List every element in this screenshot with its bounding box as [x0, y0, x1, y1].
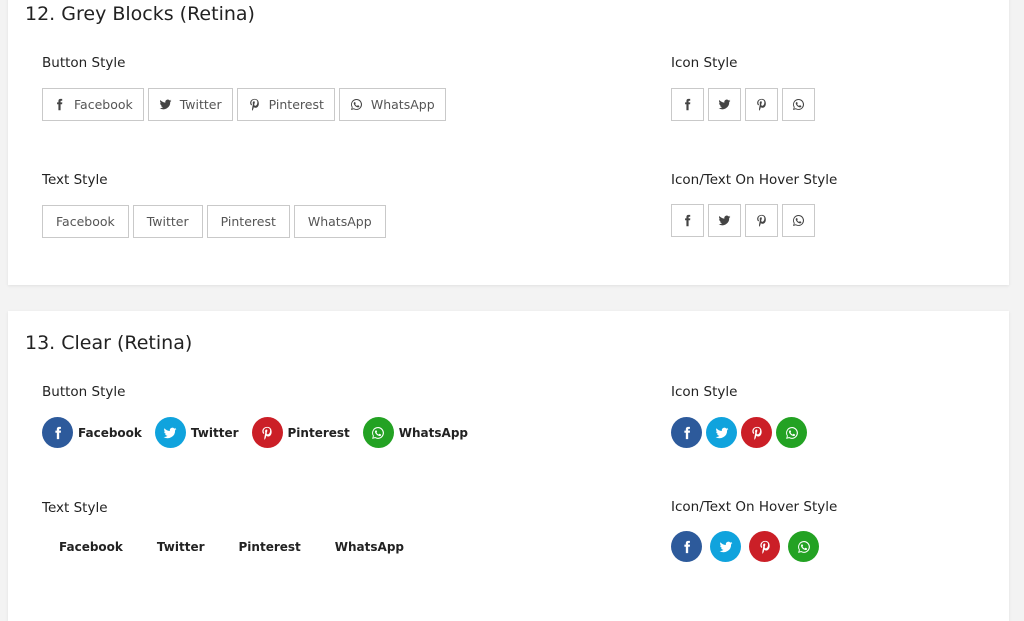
pinterest-icon	[755, 214, 768, 227]
grey-hover-row	[671, 204, 819, 237]
button-style-label: Button Style	[42, 384, 126, 400]
whatsapp-text-link[interactable]: WhatsApp	[335, 540, 404, 554]
grey-text-row: Facebook Twitter Pinterest WhatsApp	[42, 205, 390, 238]
pinterest-label: Pinterest	[268, 97, 324, 112]
clear-icon-row	[671, 417, 811, 448]
twitter-text-link[interactable]: Twitter	[157, 540, 205, 554]
pinterest-icon-button[interactable]	[745, 88, 778, 121]
section-13-card: 13. Clear (Retina) Button Style Facebook…	[8, 311, 1009, 621]
twitter-label: Twitter	[179, 97, 222, 112]
hover-style-label: Icon/Text On Hover Style	[671, 499, 838, 515]
facebook-icon	[681, 98, 694, 111]
twitter-share-button[interactable]: Twitter	[154, 417, 239, 448]
pinterest-icon	[251, 417, 283, 448]
text-style-label: Text Style	[42, 500, 108, 516]
whatsapp-icon	[350, 98, 363, 111]
facebook-label: Facebook	[74, 97, 133, 112]
whatsapp-icon	[362, 417, 394, 448]
twitter-icon[interactable]	[706, 417, 737, 448]
facebook-text-button[interactable]: Facebook	[42, 205, 129, 238]
pinterest-share-button[interactable]: Pinterest	[236, 88, 335, 121]
facebook-icon	[42, 417, 73, 448]
facebook-share-button[interactable]: Facebook	[42, 88, 144, 121]
twitter-label: Twitter	[190, 425, 239, 440]
facebook-icon	[681, 214, 694, 227]
facebook-icon[interactable]	[671, 531, 702, 562]
whatsapp-icon[interactable]	[788, 531, 819, 562]
whatsapp-hover-button[interactable]	[782, 204, 815, 237]
whatsapp-icon	[792, 98, 805, 111]
twitter-icon[interactable]	[710, 531, 741, 562]
twitter-text-button[interactable]: Twitter	[132, 205, 203, 238]
pinterest-icon[interactable]	[749, 531, 780, 562]
twitter-icon-button[interactable]	[708, 88, 741, 121]
whatsapp-label: WhatsApp	[370, 97, 435, 112]
clear-hover-row	[671, 531, 827, 562]
whatsapp-label: WhatsApp	[398, 425, 469, 440]
whatsapp-icon-button[interactable]	[782, 88, 815, 121]
twitter-hover-button[interactable]	[708, 204, 741, 237]
twitter-share-button[interactable]: Twitter	[147, 88, 233, 121]
pinterest-text-link[interactable]: Pinterest	[239, 540, 301, 554]
clear-text-row: Facebook Twitter Pinterest WhatsApp	[59, 540, 438, 554]
text-style-label: Text Style	[42, 172, 108, 188]
twitter-icon	[159, 98, 172, 111]
facebook-icon[interactable]	[671, 417, 702, 448]
icon-style-label: Icon Style	[671, 55, 738, 71]
pinterest-label: Pinterest	[287, 425, 350, 440]
facebook-icon-button[interactable]	[671, 88, 704, 121]
icon-style-label: Icon Style	[671, 384, 738, 400]
facebook-share-button[interactable]: Facebook	[42, 417, 142, 448]
twitter-icon	[718, 98, 731, 111]
whatsapp-share-button[interactable]: WhatsApp	[338, 88, 446, 121]
twitter-icon	[718, 214, 731, 227]
clear-button-row: Facebook Twitter Pinterest WhatsApp	[42, 417, 481, 448]
whatsapp-text-button[interactable]: WhatsApp	[293, 205, 386, 238]
whatsapp-share-button[interactable]: WhatsApp	[362, 417, 469, 448]
section-13-title: 13. Clear (Retina)	[25, 332, 193, 354]
whatsapp-icon[interactable]	[776, 417, 807, 448]
pinterest-share-button[interactable]: Pinterest	[251, 417, 350, 448]
section-12-title: 12. Grey Blocks (Retina)	[25, 3, 255, 25]
grey-icon-row	[671, 88, 819, 121]
facebook-text-link[interactable]: Facebook	[59, 540, 123, 554]
section-12-card: 12. Grey Blocks (Retina) Button Style Fa…	[8, 0, 1009, 285]
hover-style-label: Icon/Text On Hover Style	[671, 172, 838, 188]
pinterest-icon	[248, 98, 261, 111]
grey-button-row: Facebook Twitter Pinterest WhatsApp	[42, 88, 450, 121]
twitter-icon	[154, 417, 186, 448]
pinterest-hover-button[interactable]	[745, 204, 778, 237]
pinterest-text-button[interactable]: Pinterest	[206, 205, 290, 238]
facebook-hover-button[interactable]	[671, 204, 704, 237]
button-style-label: Button Style	[42, 55, 126, 71]
whatsapp-icon	[792, 214, 805, 227]
pinterest-icon[interactable]	[741, 417, 772, 448]
facebook-label: Facebook	[78, 425, 142, 440]
pinterest-icon	[755, 98, 768, 111]
facebook-icon	[53, 98, 66, 111]
